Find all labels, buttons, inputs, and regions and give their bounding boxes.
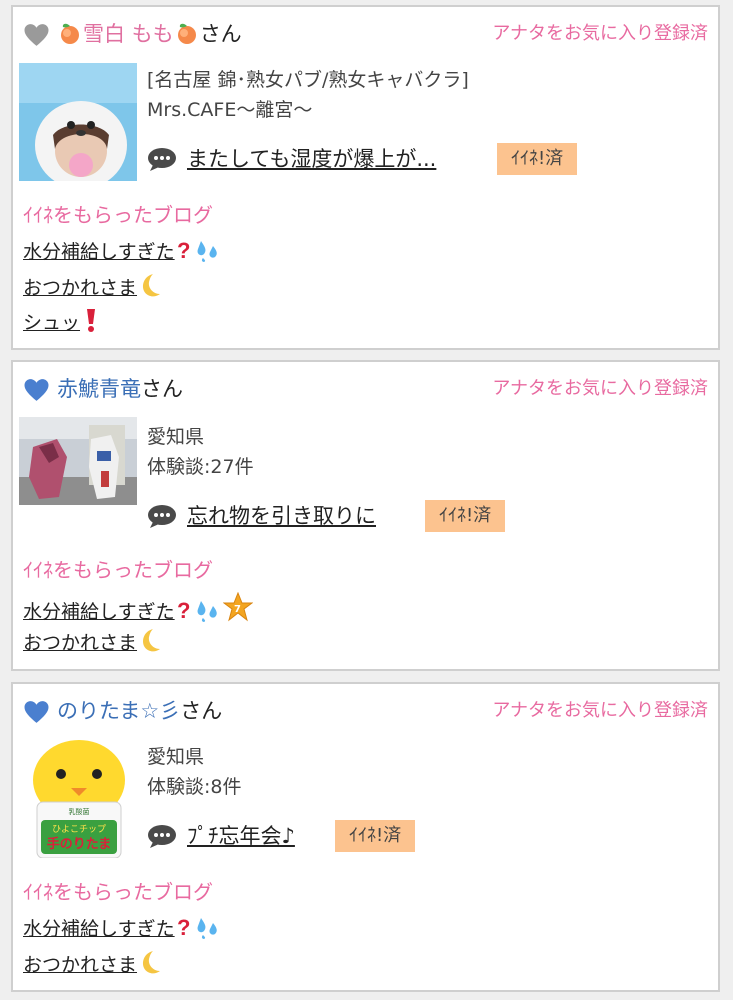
- svg-text:7: 7: [234, 604, 241, 615]
- user-avatar[interactable]: [19, 63, 137, 181]
- name-suffix: さん: [180, 699, 223, 723]
- user-card: 雪白 もも さん アナタをお気に入り登録済 [名古屋 錦･熟女パブ/熟女キャバクラ…: [11, 5, 720, 350]
- user-name-text: 赤鯱青竜: [57, 377, 141, 401]
- liked-blog-link[interactable]: おつかれさま: [23, 272, 163, 300]
- liked-blog-link[interactable]: シュッ: [23, 307, 102, 335]
- star-badge-icon: 7: [222, 591, 254, 622]
- exclamation-mark-icon: [87, 309, 96, 332]
- liked-blogs-heading: ｲｲﾈをもらったブログ: [23, 558, 213, 582]
- blog-title: 水分補給しすぎた: [23, 918, 175, 940]
- post-title-link[interactable]: ﾌﾟﾁ忘年会♪: [187, 818, 295, 854]
- latest-post: 忘れ物を引き取りに ｲｲﾈ!済: [147, 498, 547, 534]
- user-area: 愛知県: [147, 426, 205, 448]
- user-info: 愛知県 体験談:27件: [147, 422, 254, 482]
- latest-post: ﾌﾟﾁ忘年会♪ ｲｲﾈ!済: [147, 818, 447, 854]
- speech-bubble-icon: [148, 148, 176, 171]
- name-suffix: さん: [199, 22, 242, 46]
- iine-done-badge[interactable]: ｲｲﾈ!済: [425, 500, 506, 532]
- user-avatar[interactable]: [19, 417, 137, 505]
- user-info: 愛知県 体験談:8件: [147, 742, 242, 802]
- avatar-image: [19, 417, 137, 505]
- blog-title: 水分補給しすぎた: [23, 241, 175, 263]
- user-name[interactable]: のりたま☆彡さん: [57, 694, 222, 728]
- svg-text:?: ?: [177, 238, 190, 262]
- user-avatar[interactable]: ひよこチップ 手のりたま 乳酸菌: [19, 740, 137, 858]
- question-mark-icon: ?: [177, 915, 190, 940]
- question-mark-icon: ?: [177, 238, 190, 263]
- peach-icon: [177, 23, 196, 44]
- name-suffix: さん: [141, 377, 183, 401]
- user-name-text: 雪白 もも: [83, 22, 174, 46]
- favorite-status: アナタをお気に入り登録済: [492, 23, 708, 44]
- latest-post: またしても湿度が爆上が... ｲｲﾈ!済: [147, 141, 597, 177]
- blog-title: おつかれさま: [23, 954, 138, 976]
- crescent-moon-icon: [143, 274, 161, 297]
- card-header: 赤鯱青竜さん アナタをお気に入り登録済: [23, 372, 708, 406]
- crescent-moon-icon: [143, 629, 161, 652]
- blog-title: 水分補給しすぎた: [23, 601, 175, 623]
- user-name[interactable]: 赤鯱青竜さん: [57, 372, 183, 406]
- user-area: 愛知県: [147, 746, 205, 768]
- blog-title: シュッ: [23, 312, 81, 334]
- liked-blog-link[interactable]: おつかれさま: [23, 627, 163, 655]
- peach-icon: [61, 23, 79, 44]
- heart-blue-icon[interactable]: [23, 700, 50, 724]
- liked-blog-link[interactable]: 水分補給しすぎた?: [23, 237, 223, 264]
- svg-text:?: ?: [177, 598, 190, 622]
- shop-area: [名古屋 錦･熟女パブ/熟女キャバクラ]: [147, 69, 469, 91]
- card-header: 雪白 もも さん アナタをお気に入り登録済: [23, 17, 708, 51]
- post-title-link[interactable]: またしても湿度が爆上が...: [187, 141, 436, 177]
- favorite-status: アナタをお気に入り登録済: [492, 378, 708, 399]
- favorite-status: アナタをお気に入り登録済: [492, 700, 708, 721]
- speech-bubble-icon: [148, 825, 176, 848]
- speech-bubble-icon: [148, 505, 176, 528]
- blog-title: おつかれさま: [23, 632, 138, 654]
- question-mark-icon: ?: [177, 598, 190, 623]
- shop-name[interactable]: Mrs.CAFE～離宮～: [147, 95, 469, 125]
- review-count: 体験談:27件: [147, 456, 254, 478]
- user-name[interactable]: 雪白 もも さん: [57, 17, 242, 51]
- iine-done-badge[interactable]: ｲｲﾈ!済: [335, 820, 416, 852]
- product-label-main: 手のりたま: [47, 836, 112, 852]
- shop-info: [名古屋 錦･熟女パブ/熟女キャバクラ] Mrs.CAFE～離宮～: [147, 65, 469, 125]
- product-label-small: 乳酸菌: [69, 807, 90, 816]
- user-card: 赤鯱青竜さん アナタをお気に入り登録済 愛知県 体験談:27件 忘れ物を引き取り…: [11, 360, 720, 671]
- sweat-drops-icon: [197, 601, 217, 622]
- crescent-moon-icon: [143, 951, 161, 974]
- avatar-image: ひよこチップ 手のりたま 乳酸菌: [19, 740, 137, 858]
- avatar-image: [19, 63, 137, 181]
- liked-blog-link[interactable]: おつかれさま: [23, 949, 163, 977]
- liked-blog-link[interactable]: 水分補給しすぎた? 7: [23, 591, 254, 624]
- sweat-drops-icon: [197, 918, 217, 939]
- user-card: のりたま☆彡さん アナタをお気に入り登録済 ひよこチップ 手のりたま 乳酸菌 愛…: [11, 682, 720, 992]
- product-label-top: ひよこチップ: [52, 824, 106, 835]
- blog-title: おつかれさま: [23, 277, 138, 299]
- liked-blog-link[interactable]: 水分補給しすぎた?: [23, 914, 223, 941]
- review-count: 体験談:8件: [147, 776, 242, 798]
- liked-blogs-heading: ｲｲﾈをもらったブログ: [23, 880, 213, 904]
- sweat-drops-icon: [197, 241, 217, 262]
- heart-blue-icon[interactable]: [23, 378, 50, 402]
- post-title-link[interactable]: 忘れ物を引き取りに: [187, 498, 376, 534]
- iine-done-badge[interactable]: ｲｲﾈ!済: [497, 143, 578, 175]
- user-name-text: のりたま☆彡: [57, 699, 181, 723]
- svg-text:?: ?: [177, 915, 190, 939]
- heart-gray-icon[interactable]: [23, 23, 50, 47]
- card-header: のりたま☆彡さん アナタをお気に入り登録済: [23, 694, 708, 728]
- liked-blogs-heading: ｲｲﾈをもらったブログ: [23, 203, 213, 227]
